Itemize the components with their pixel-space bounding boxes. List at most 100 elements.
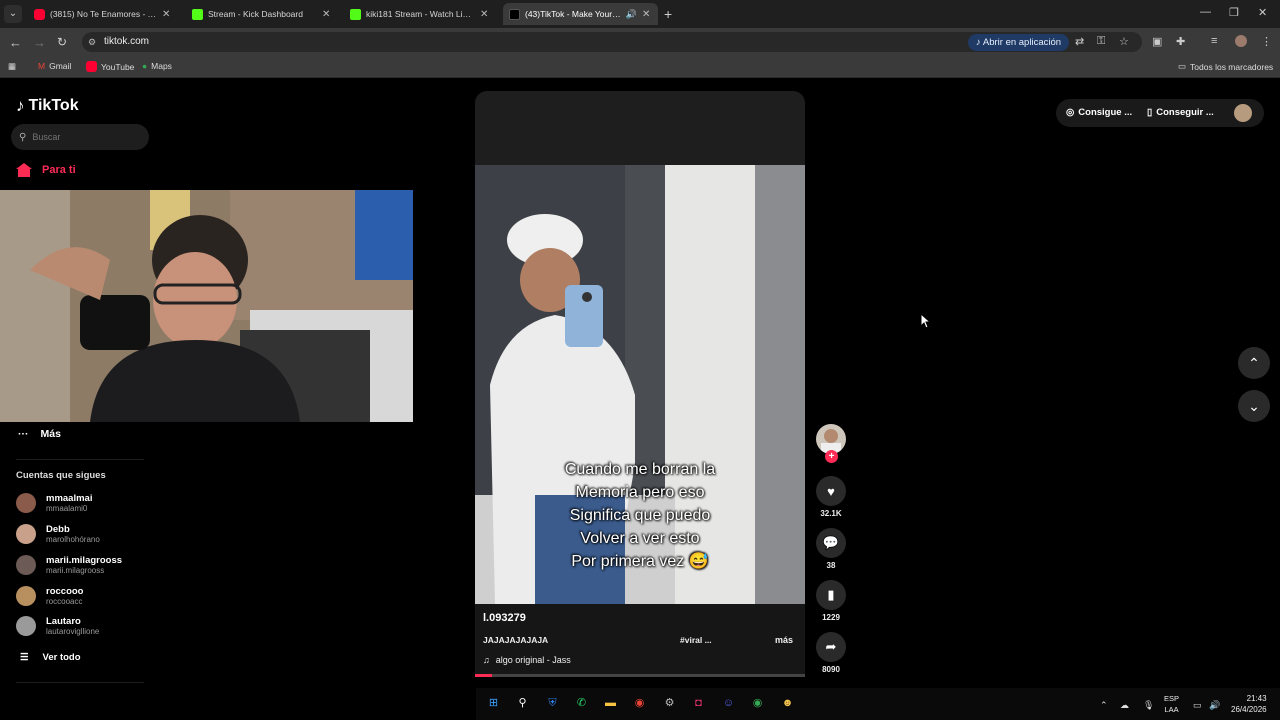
following-item[interactable]: Lautaro lautarovigllione (16, 616, 99, 636)
keyboard-layout-label: LAA (1164, 705, 1179, 714)
instagram-icon[interactable]: ◘ (690, 695, 707, 712)
divider (16, 682, 144, 683)
share-icon[interactable]: ➦ (816, 632, 846, 662)
reading-list-icon[interactable]: ≡ (1211, 35, 1217, 47)
video-more-link[interactable]: más (775, 635, 793, 645)
security-shield-icon[interactable]: ⛨ (544, 695, 561, 712)
tiktok-logo[interactable]: ♪ TikTok (16, 96, 79, 116)
windows-start-icon[interactable]: ⊞ (485, 695, 502, 712)
forward-icon[interactable]: → (33, 35, 46, 50)
close-icon[interactable]: ✕ (642, 9, 652, 20)
chrome-icon[interactable]: ◉ (749, 695, 766, 712)
following-item[interactable]: roccooo roccooacc (16, 586, 83, 606)
nav-more-label: Más (40, 428, 61, 440)
browser-tab[interactable]: Stream - Kick Dashboard ✕ (186, 3, 338, 25)
get-app-button[interactable]: ◎ Consigue ... (1066, 107, 1132, 118)
bookmarks-bar (0, 56, 1280, 78)
network-icon[interactable]: ▭ (1193, 700, 1202, 711)
profile-avatar[interactable] (1235, 35, 1247, 47)
clock-time: 21:43 (1246, 694, 1267, 703)
volume-icon[interactable]: 🔊 (1209, 700, 1220, 711)
folder-icon: ▭ (1178, 61, 1187, 71)
heart-icon[interactable]: ♥ (816, 476, 846, 506)
close-window-icon[interactable]: ✕ (1258, 6, 1267, 19)
search-input[interactable] (32, 132, 133, 142)
youtube-icon (34, 8, 45, 20)
following-handle: marolhohórano (46, 535, 100, 544)
apps-grid-icon[interactable]: ▦ (8, 61, 16, 72)
following-handle: lautarovigllione (46, 627, 100, 636)
video-hashtag[interactable]: #viral ... (680, 635, 712, 645)
microphone-icon[interactable]: 🎙 (1143, 700, 1154, 711)
search-box[interactable]: ⚲ (11, 124, 149, 150)
browser-tab-bar: ⌄ (3815) No Te Enamores - YouTube ✕ Stre… (0, 0, 1280, 28)
whatsapp-icon[interactable]: ✆ (573, 695, 590, 712)
nav-for-you[interactable]: Para ti (16, 163, 76, 177)
chrome-icon[interactable]: ◉ (631, 695, 648, 712)
site-info-icon[interactable]: ⚙ (88, 37, 96, 48)
browser-tab-active[interactable]: (43)TikTok - Make Your Day 🔊 ✕ (503, 3, 658, 25)
close-icon[interactable]: ✕ (480, 9, 490, 20)
puzzle-icon[interactable]: ✚ (1176, 35, 1185, 48)
url-text[interactable]: tiktok.com (104, 36, 149, 47)
see-all-button[interactable]: ☰ Ver todo (20, 652, 81, 663)
maximize-icon[interactable]: ❐ (1229, 6, 1239, 19)
app-icon[interactable]: ☻ (779, 695, 796, 712)
close-icon[interactable]: ✕ (322, 9, 332, 20)
menu-icon[interactable]: ⋮ (1261, 35, 1272, 48)
reload-icon[interactable]: ↻ (57, 35, 67, 49)
close-icon[interactable]: ✕ (162, 9, 172, 20)
follow-plus-button[interactable]: + (825, 450, 838, 463)
like-action[interactable]: ♥ 32.1K (816, 476, 846, 518)
following-item[interactable]: Debb marolhohórano (16, 524, 100, 544)
tray-chevron-icon[interactable]: ⌃ (1100, 700, 1108, 711)
extension-icon[interactable]: ▣ (1152, 35, 1162, 48)
bookmark-icon[interactable]: ▮ (816, 580, 846, 610)
password-key-icon[interactable]: ⚿ (1097, 35, 1105, 48)
open-in-app-button[interactable]: ♪ Abrir en aplicación (968, 34, 1070, 51)
tab-search-button[interactable]: ⌄ (4, 5, 22, 23)
music-label: algo original - Jass (495, 655, 571, 665)
discord-icon[interactable]: ☺ (720, 695, 737, 712)
translate-icon[interactable]: ⇄ (1075, 35, 1084, 48)
system-clock[interactable]: 21:43 26/4/2026 (1231, 693, 1267, 715)
video-author[interactable]: l.093279 (483, 612, 526, 624)
speaker-icon[interactable]: 🔊 (626, 9, 637, 20)
following-name: Debb (46, 524, 70, 535)
save-action[interactable]: ▮ 1229 (816, 580, 846, 622)
following-item[interactable]: marii.milagrooss marii.milagrooss (16, 555, 122, 575)
video-music[interactable]: ♫ algo original - Jass (483, 655, 571, 665)
browser-tab[interactable]: kiki181 Stream - Watch Live on Kick ✕ (344, 3, 496, 25)
bookmark-maps[interactable]: ● Maps (142, 61, 172, 71)
onedrive-icon[interactable]: ☁ (1120, 700, 1129, 711)
gmail-icon: M (38, 61, 46, 71)
comment-icon[interactable]: 💬 (816, 528, 846, 558)
get-coins-button[interactable]: ▯ Conseguir ... (1147, 107, 1214, 118)
video-progress-bar[interactable] (475, 674, 805, 677)
avatar (16, 555, 36, 575)
language-indicator[interactable]: ESP LAA (1164, 693, 1179, 715)
browser-tab[interactable]: (3815) No Te Enamores - YouTube ✕ (28, 3, 178, 25)
next-video-button[interactable]: ⌄ (1238, 390, 1270, 422)
get-coins-label: Conseguir ... (1156, 107, 1214, 118)
previous-video-button[interactable]: ⌃ (1238, 347, 1270, 379)
bookmark-gmail[interactable]: M Gmail (38, 61, 71, 71)
file-explorer-icon[interactable]: ▬ (602, 695, 619, 712)
all-bookmarks[interactable]: ▭ Todos los marcadores (1178, 61, 1273, 72)
settings-icon[interactable]: ⚙ (661, 695, 678, 712)
share-action[interactable]: ➦ 8090 (816, 632, 846, 674)
search-icon[interactable]: ⚲ (514, 695, 531, 712)
profile-avatar[interactable] (1234, 104, 1252, 122)
taskbar (476, 688, 1280, 720)
comment-count: 38 (826, 561, 836, 570)
nav-more[interactable]: ··· Más (18, 428, 61, 440)
following-item[interactable]: mmaalmai mmaalami0 (16, 493, 92, 513)
star-icon[interactable]: ☆ (1119, 35, 1129, 48)
minimize-icon[interactable]: — (1200, 6, 1211, 18)
open-in-app-label: Abrir en aplicación (982, 37, 1062, 48)
comment-action[interactable]: 💬 38 (816, 528, 846, 570)
save-count: 1229 (822, 613, 840, 622)
bookmark-youtube[interactable]: YouTube (86, 61, 134, 72)
new-tab-button[interactable]: + (664, 6, 672, 22)
back-icon[interactable]: ← (9, 35, 22, 50)
